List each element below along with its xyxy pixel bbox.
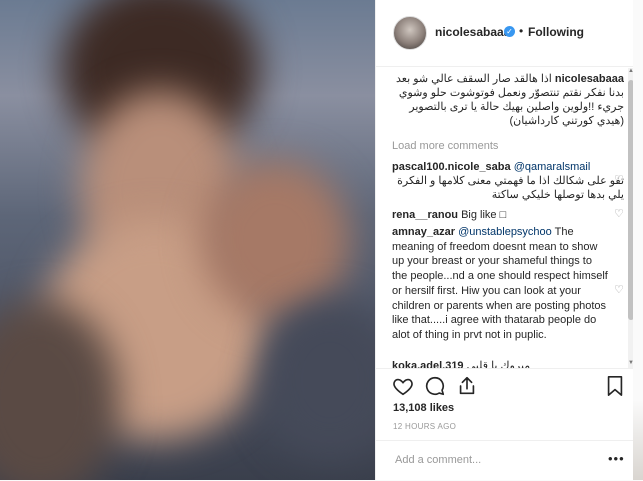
comment-text: تفو على شكالك اذا ما فهمتي معنى كلامها و… — [397, 175, 624, 201]
page-background-shade — [633, 400, 643, 480]
comment-item: pascal100.nicole_saba @qamaralsmail تفو … — [392, 160, 624, 202]
following-button[interactable]: Following — [528, 25, 584, 39]
comment-username[interactable]: rena__ranou — [392, 209, 458, 221]
comment-bar: ••• — [376, 440, 634, 481]
comment-bubble-icon[interactable] — [424, 375, 446, 397]
comment-text: The meaning of freedom doesnt mean to sh… — [392, 226, 608, 341]
add-comment-input[interactable] — [393, 453, 597, 467]
like-comment-heart-icon[interactable]: ♡ — [614, 175, 624, 186]
more-options-icon[interactable]: ••• — [608, 451, 625, 466]
post-username[interactable]: nicolesabaaa — [435, 25, 510, 39]
like-comment-heart-icon[interactable]: ♡ — [614, 285, 624, 296]
comment-item: koka.adel.319 مبروك يا قلبي — [392, 359, 624, 368]
comment-mention[interactable]: @qamaralsmail — [514, 161, 591, 173]
like-heart-icon[interactable] — [392, 375, 414, 397]
post-timestamp[interactable]: 12 HOURS AGO — [393, 422, 456, 431]
comment-text: مبروك يا قلبي — [466, 360, 531, 368]
comments-list[interactable]: nicolesabaaa اذا هالقد صار السقف عالي شو… — [392, 72, 624, 368]
likes-count[interactable]: 13,108 likes — [393, 402, 454, 414]
caption: nicolesabaaa اذا هالقد صار السقف عالي شو… — [392, 72, 624, 128]
comment-username[interactable]: koka.adel.319 — [392, 360, 464, 368]
post-actions-bar — [376, 368, 634, 403]
load-more-comments-link[interactable]: Load more comments — [392, 140, 498, 152]
separator-dot: • — [519, 24, 524, 38]
caption-username[interactable]: nicolesabaaa — [555, 73, 624, 85]
post-photo-blurred[interactable] — [0, 0, 375, 480]
post-details-panel: nicolesabaaa ✓ • Following nicolesabaaa … — [375, 0, 634, 480]
share-icon[interactable] — [456, 375, 478, 397]
comment-username[interactable]: pascal100.nicole_saba — [392, 161, 511, 173]
comment-item: rena__ranou Big like □ — [392, 208, 624, 222]
comment-item: amnay_azar @unstablepsychoo The meaning … — [392, 225, 610, 343]
comment-text: Big like □ — [461, 209, 507, 221]
bookmark-icon[interactable] — [604, 375, 626, 397]
like-comment-heart-icon[interactable]: ♡ — [614, 209, 624, 220]
verified-badge-icon: ✓ — [504, 26, 515, 37]
comment-mention[interactable]: @unstablepsychoo — [458, 226, 552, 238]
comment-username[interactable]: amnay_azar — [392, 226, 455, 238]
avatar[interactable] — [393, 16, 427, 50]
post-header: nicolesabaaa ✓ • Following — [376, 0, 634, 67]
